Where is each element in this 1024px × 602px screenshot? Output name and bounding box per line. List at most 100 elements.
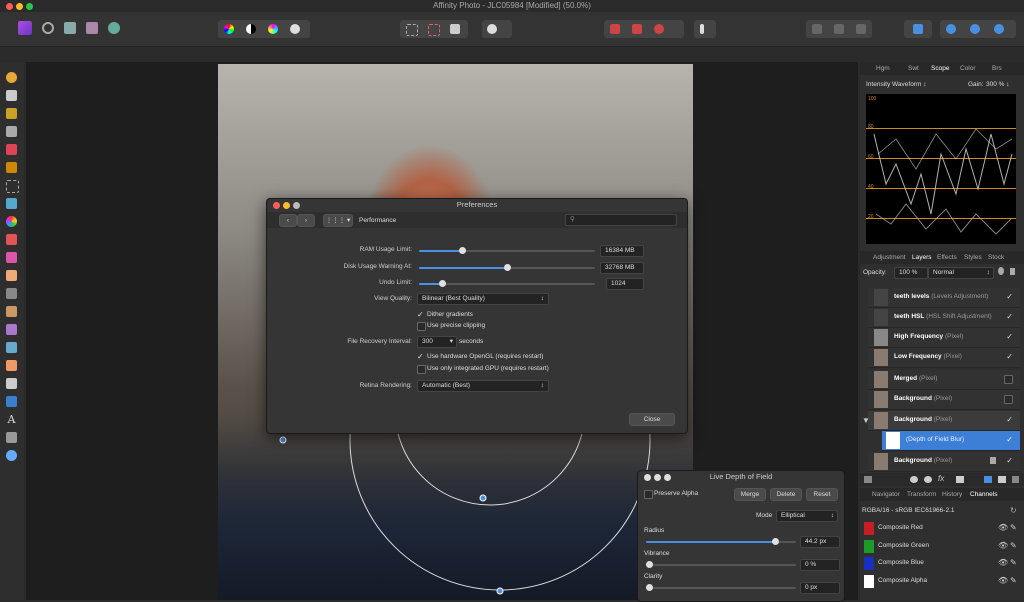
mask-icon[interactable] (910, 476, 918, 483)
zoom-tool-icon[interactable] (6, 450, 17, 461)
forward-button[interactable]: › (297, 214, 315, 227)
dof-handle-outer[interactable] (496, 587, 504, 595)
tab-brushes[interactable]: Brs (992, 65, 1002, 72)
dof-handle-left[interactable] (279, 436, 287, 444)
disk-warning-field[interactable]: 32768 MB (600, 262, 644, 274)
tab-effects[interactable]: Effects (937, 254, 957, 261)
opengl-check-icon[interactable]: ✓ (417, 352, 424, 361)
gradient-tool-icon[interactable] (6, 216, 17, 227)
auto-contrast-icon[interactable] (246, 24, 256, 34)
tab-history[interactable]: History (942, 491, 962, 498)
marquee-tool-icon[interactable] (6, 180, 19, 193)
eye-icon[interactable]: 👁 (998, 576, 1008, 585)
tab-histogram[interactable]: Hgm (876, 65, 890, 72)
undo-limit-field[interactable]: 1024 (606, 278, 644, 290)
trash-icon[interactable] (1012, 476, 1019, 483)
ram-limit-knob[interactable] (459, 247, 466, 254)
layer-row[interactable]: Low Frequency (Pixel) ✓ (868, 348, 1020, 368)
folder-icon[interactable] (984, 476, 992, 483)
opacity-field[interactable]: 100 % (894, 267, 928, 279)
back-button[interactable]: ‹ (279, 214, 297, 227)
layer-stack-icon[interactable] (864, 476, 872, 483)
gear-icon[interactable] (998, 267, 1004, 275)
clarity-field[interactable]: 0 px (800, 582, 840, 594)
blur-brush-icon[interactable] (6, 342, 17, 353)
undo-limit-slider[interactable] (419, 280, 595, 287)
tab-stock[interactable]: Stock (988, 254, 1004, 261)
dof-handle-inner[interactable] (479, 494, 487, 502)
recovery-interval-field[interactable]: 300 ▾ (417, 336, 457, 348)
preserve-alpha-checkbox[interactable] (644, 490, 653, 499)
retina-select[interactable]: Automatic (Best) ↕ (417, 380, 549, 392)
text-tool-icon[interactable]: A (6, 414, 17, 425)
layer-row-selected[interactable]: (Depth of Field Blur) ✓ (882, 431, 1020, 451)
flood-select-icon[interactable] (6, 162, 17, 173)
rectangle-tool-icon[interactable] (6, 396, 17, 407)
delete-button[interactable]: Delete (770, 488, 802, 501)
tab-transform[interactable]: Transform (907, 491, 936, 498)
precise-clipping-checkbox[interactable] (417, 322, 426, 331)
dither-check-icon[interactable]: ✓ (417, 310, 424, 319)
smudge-brush-icon[interactable] (6, 324, 17, 335)
layer-visibility-checkbox[interactable] (1004, 395, 1013, 404)
snapping-magnet-icon[interactable] (654, 24, 664, 34)
affinity-logo-icon[interactable] (18, 21, 32, 35)
edit-icon[interactable]: ✎ (1010, 558, 1017, 567)
clarity-slider[interactable] (646, 584, 796, 591)
crop-tool-icon[interactable] (6, 126, 17, 137)
erase-brush-icon[interactable] (6, 270, 17, 281)
edit-icon[interactable]: ✎ (1010, 541, 1017, 550)
auto-levels-icon[interactable] (224, 24, 234, 34)
subtract-icon[interactable] (970, 24, 980, 34)
inpainting-brush-icon[interactable] (6, 360, 17, 371)
undo-limit-knob[interactable] (439, 280, 446, 287)
selection-brush-icon[interactable] (6, 144, 17, 155)
paint-brush-icon[interactable] (6, 234, 17, 245)
radius-field[interactable]: 44.2 px (800, 536, 840, 548)
view-tool-hand-icon[interactable] (6, 72, 17, 83)
eye-icon[interactable]: 👁 (998, 558, 1008, 567)
layer-visibility-checkbox[interactable] (1004, 375, 1013, 384)
layer-row[interactable]: ▼ Background (Pixel) ✓ (862, 411, 1020, 431)
clone-brush-icon[interactable] (6, 306, 17, 317)
liquify-persona-icon[interactable] (42, 22, 54, 34)
lock-icon[interactable] (1010, 268, 1015, 275)
bring-front-icon[interactable] (856, 24, 866, 34)
prefs-search-input[interactable]: ⚲ (565, 214, 677, 226)
dodge-brush-icon[interactable] (6, 288, 17, 299)
tab-adjustment[interactable]: Adjustment (873, 254, 906, 261)
layer-row[interactable]: Background (Pixel) (868, 390, 1020, 410)
grid-icon[interactable] (610, 24, 620, 34)
mode-select[interactable]: Elliptical ↕ (776, 510, 838, 522)
edit-icon[interactable]: ✎ (1010, 576, 1017, 585)
merge-button[interactable]: Merge (734, 488, 766, 501)
vibrance-slider[interactable] (646, 561, 796, 568)
layer-visible-check-icon[interactable]: ✓ (1006, 415, 1013, 424)
vibrance-knob[interactable] (646, 561, 653, 568)
channel-row[interactable]: Composite Red 👁 ✎ (862, 520, 1020, 536)
paint-mode-button[interactable] (694, 20, 716, 38)
edit-icon[interactable]: ✎ (1010, 523, 1017, 532)
tone-map-persona-icon[interactable] (86, 22, 98, 34)
show-all-button[interactable]: ⋮⋮⋮ ▾ (323, 214, 353, 227)
color-replacement-icon[interactable] (6, 252, 17, 263)
quick-mask-button[interactable] (482, 20, 512, 38)
tab-navigator[interactable]: Navigator (872, 491, 900, 498)
layer-visible-check-icon[interactable]: ✓ (1006, 352, 1013, 361)
view-quality-select[interactable]: Bilinear (Best Quality) ↕ (417, 293, 549, 305)
ram-limit-slider[interactable] (419, 247, 595, 254)
layer-visible-check-icon[interactable]: ✓ (1006, 312, 1013, 321)
radius-slider[interactable] (646, 538, 796, 545)
disk-warning-slider[interactable] (419, 264, 595, 271)
tab-channels[interactable]: Channels (970, 491, 997, 498)
auto-white-balance-icon[interactable] (290, 24, 300, 34)
mesh-warp-icon[interactable] (6, 432, 17, 443)
eye-icon[interactable]: 👁 (998, 523, 1008, 532)
radius-knob[interactable] (772, 538, 779, 545)
tab-scope[interactable]: Scope (931, 65, 949, 72)
tab-swatches[interactable]: Swt (908, 65, 919, 72)
blend-mode-select[interactable]: Normal ↕ (928, 267, 994, 279)
deselect-icon[interactable] (428, 24, 440, 36)
layer-row[interactable]: High Frequency (Pixel) ✓ (868, 328, 1020, 348)
flood-fill-icon[interactable] (6, 198, 17, 209)
